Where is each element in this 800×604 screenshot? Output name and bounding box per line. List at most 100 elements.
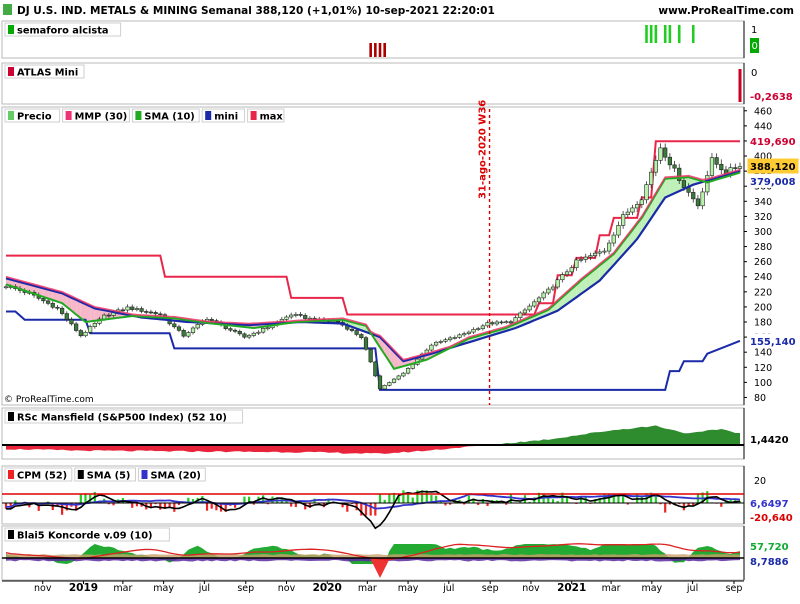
cpm-bar bbox=[402, 490, 404, 503]
price-candle-body bbox=[257, 332, 261, 333]
price-candle-body bbox=[518, 313, 522, 318]
price-candle-body bbox=[738, 167, 742, 169]
price-candle-body bbox=[406, 368, 410, 373]
price-y-tick-label: 120 bbox=[754, 363, 772, 374]
price-candle-body bbox=[645, 185, 649, 200]
price-candle-body bbox=[158, 314, 162, 315]
price-candle-body bbox=[336, 321, 340, 322]
cpm-legend-label: SMA (5) bbox=[87, 471, 131, 482]
price-candle-body bbox=[430, 345, 434, 350]
atlas-title-item-0: ATLAS Mini bbox=[5, 65, 84, 79]
x-tick-label: sep bbox=[237, 583, 254, 594]
cpm-legend-swatch bbox=[78, 470, 84, 479]
semaforo-title-label: semaforo alcista bbox=[17, 26, 109, 37]
price-legend-label: MMP (30) bbox=[75, 112, 128, 123]
price-candle-body bbox=[532, 302, 536, 306]
price-candle-body bbox=[589, 256, 593, 257]
chart-root: DJ U.S. IND. METALS & MINING Semanal 388… bbox=[0, 0, 800, 600]
price-candle-body bbox=[734, 168, 738, 169]
atlas-title-swatch bbox=[8, 67, 14, 76]
copyright: © ProRealTime.com bbox=[4, 395, 94, 405]
price-candle-body bbox=[621, 215, 625, 226]
semaforo-signal-bar bbox=[374, 43, 377, 57]
site-link[interactable]: www.ProRealTime.com bbox=[658, 5, 794, 17]
price-y-tick-label: 440 bbox=[754, 121, 772, 132]
cpm-bar bbox=[720, 503, 722, 507]
price-candle-body bbox=[70, 320, 74, 324]
price-candle-body bbox=[74, 324, 78, 331]
price-candle-body bbox=[233, 330, 237, 331]
price-candle-body bbox=[528, 306, 532, 310]
cpm-bar bbox=[370, 503, 372, 516]
price-candle-body bbox=[472, 329, 476, 332]
atlas-y-tick: 0 bbox=[751, 68, 757, 79]
price-y-tick-label: 140 bbox=[754, 348, 772, 359]
annotation-label: 31-ago-2020 W36 bbox=[478, 100, 489, 199]
semaforo-signal-bar bbox=[678, 25, 681, 43]
price-legend-item-3: mini bbox=[202, 109, 244, 123]
blai5-title-swatch bbox=[8, 530, 14, 539]
price-y-tick-label: 100 bbox=[754, 378, 772, 389]
price-candle-body bbox=[673, 165, 677, 168]
x-tick-label: may bbox=[398, 583, 419, 594]
price-candle-body bbox=[523, 310, 527, 313]
price-candle-body bbox=[434, 342, 438, 345]
price-candle-body bbox=[247, 335, 251, 337]
price-candle-body bbox=[547, 289, 551, 293]
price-value-mmp: 379,008 bbox=[748, 174, 798, 188]
atlas-bar bbox=[739, 69, 742, 102]
price-value-close: 388,120 bbox=[748, 159, 798, 173]
price-candle-body bbox=[504, 322, 508, 323]
price-candle-body bbox=[42, 298, 46, 300]
price-candle-body bbox=[93, 323, 97, 326]
price-candle-body bbox=[556, 280, 560, 287]
semaforo-signal-bar bbox=[645, 25, 648, 43]
cpm-bar bbox=[169, 503, 171, 507]
price-candle-body bbox=[593, 253, 597, 255]
x-tick-label: sep bbox=[482, 583, 499, 594]
blai5-value-green: 57,720 bbox=[748, 539, 798, 553]
price-candle-body bbox=[238, 331, 242, 334]
cpm-bar bbox=[407, 495, 409, 503]
price-candle-body bbox=[191, 328, 195, 333]
price-candle-body bbox=[649, 172, 653, 185]
price-legend-label: max bbox=[260, 112, 284, 123]
cpm-legend-swatch bbox=[8, 470, 14, 479]
price-candle-body bbox=[542, 293, 546, 298]
price-y-tick-label: 340 bbox=[754, 197, 772, 208]
price-candle-body bbox=[46, 301, 50, 304]
x-tick-label: 2020 bbox=[313, 582, 342, 594]
price-candle-body bbox=[448, 338, 452, 340]
price-y-tick-label: 240 bbox=[754, 272, 772, 283]
header: DJ U.S. IND. METALS & MINING Semanal 388… bbox=[0, 0, 800, 20]
price-candle-body bbox=[476, 329, 480, 330]
x-tick-label: nov bbox=[278, 583, 296, 594]
price-candle-body bbox=[79, 331, 83, 336]
cpm-bar bbox=[211, 503, 213, 509]
price-candle-body bbox=[640, 200, 644, 205]
price-candle-body bbox=[285, 317, 289, 319]
price-candle-body bbox=[369, 349, 373, 362]
cpm-bar bbox=[641, 497, 643, 503]
price-candle-body bbox=[565, 272, 569, 275]
price-candle-body bbox=[537, 298, 541, 302]
price-y-tick-label: 200 bbox=[754, 302, 772, 313]
semaforo-signal-bar bbox=[383, 43, 386, 57]
price-candle-body bbox=[149, 312, 153, 313]
price-candle-body bbox=[509, 322, 513, 323]
price-candle-body bbox=[126, 307, 130, 310]
x-tick-label: sep bbox=[726, 583, 743, 594]
price-candle-body bbox=[229, 329, 233, 331]
price-candle-body bbox=[439, 341, 443, 342]
price-candle-body bbox=[378, 376, 382, 389]
price-y-tick-label: 220 bbox=[754, 287, 772, 298]
blai5-value-blue-text: 8,7886 bbox=[750, 557, 789, 568]
price-candle-body bbox=[696, 199, 700, 206]
price-candle-body bbox=[121, 310, 125, 311]
price-legend-swatch bbox=[66, 111, 72, 120]
price-candle-body bbox=[187, 333, 191, 336]
price-candle-body bbox=[598, 252, 602, 253]
price-candle-body bbox=[261, 328, 265, 332]
price-candle-body bbox=[51, 303, 55, 307]
rsc-title-label: RSc Mansfield (S&P500 Index) (52 10) bbox=[17, 413, 227, 424]
